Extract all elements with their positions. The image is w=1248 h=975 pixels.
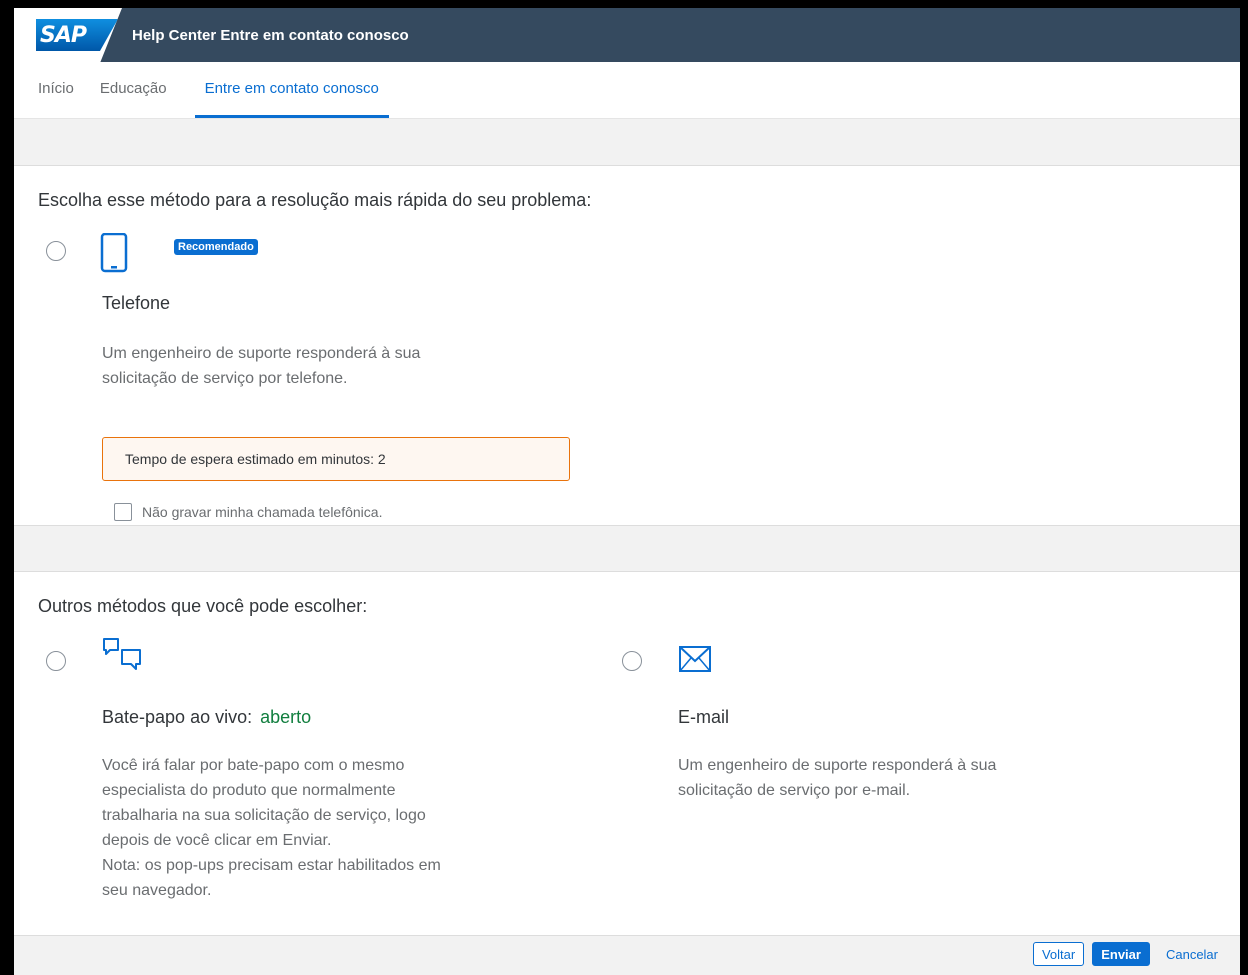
submit-button[interactable]: Enviar <box>1092 942 1150 966</box>
recommended-badge: Recomendado <box>174 239 258 255</box>
chat-desc-line: seu navegador. <box>102 882 212 899</box>
tab-inicio[interactable]: Início <box>36 62 76 118</box>
other-methods-panel: Outros métodos que você pode escolher: B… <box>14 571 1240 936</box>
chat-name: Bate-papo ao vivo: <box>102 707 253 727</box>
chat-desc-line: depois de você clicar em Enviar. <box>102 832 332 849</box>
sap-logo-text: SAP <box>36 19 118 51</box>
back-button[interactable]: Voltar <box>1032 942 1085 966</box>
chat-name-row: Bate-papo ao vivo: aberto <box>102 707 311 728</box>
email-desc-line: solicitação de serviço por e-mail. <box>678 782 911 799</box>
phone-desc-line: Um engenheiro de suporte responderá à su… <box>102 345 421 362</box>
footer-actions: Voltar Enviar Cancelar <box>1032 942 1226 966</box>
others-heading: Outros métodos que você pode escolher: <box>38 596 368 616</box>
recommended-heading: Escolha esse método para a resolução mai… <box>38 190 592 210</box>
tab-educacao[interactable]: Educação <box>98 62 169 118</box>
email-description: Um engenheiro de suporte responderá à su… <box>678 753 996 803</box>
phone-description: Um engenheiro de suporte responderá à su… <box>102 341 420 391</box>
chat-description: Você irá falar por bate-papo com o mesmo… <box>102 753 441 903</box>
email-radio[interactable] <box>622 651 642 671</box>
chat-radio[interactable] <box>46 651 66 671</box>
shell-bar: SAP Help Center Entre em contato conosco <box>14 8 1240 62</box>
phone-icon <box>100 233 128 273</box>
shell-title: Help Center Entre em contato conosco <box>132 26 409 44</box>
no-record-row: Não gravar minha chamada telefônica. <box>114 503 382 521</box>
chat-icon <box>103 638 141 670</box>
no-record-checkbox[interactable] <box>114 503 132 521</box>
email-icon <box>679 646 711 672</box>
tab-contact[interactable]: Entre em contato conosco <box>194 62 389 118</box>
email-name: E-mail <box>678 707 730 727</box>
help-center-page: SAP Help Center Entre em contato conosco… <box>14 8 1240 975</box>
sap-logo[interactable]: SAP <box>14 8 122 62</box>
phone-radio[interactable] <box>46 241 66 261</box>
chat-desc-line: Nota: os pop-ups precisam estar habilita… <box>102 857 441 874</box>
chat-status: aberto <box>260 707 312 727</box>
chat-desc-line: trabalharia na sua solicitação de serviç… <box>102 807 426 824</box>
phone-name: Telefone <box>102 293 171 313</box>
email-desc-line: Um engenheiro de suporte responderá à su… <box>678 757 997 774</box>
chat-desc-line: Você irá falar por bate-papo com o mesmo <box>102 757 405 774</box>
no-record-label: Não gravar minha chamada telefônica. <box>142 504 383 520</box>
wait-time-message: Tempo de espera estimado em minutos: 2 <box>102 437 570 481</box>
recommended-panel: Escolha esse método para a resolução mai… <box>14 165 1240 526</box>
cancel-button[interactable]: Cancelar <box>1158 942 1226 966</box>
chat-desc-line: especialista do produto que normalmente <box>102 782 396 799</box>
phone-desc-line: solicitação de serviço por telefone. <box>102 370 348 387</box>
nav-tabs: Início Educação Entre em contato conosco <box>14 62 1240 119</box>
